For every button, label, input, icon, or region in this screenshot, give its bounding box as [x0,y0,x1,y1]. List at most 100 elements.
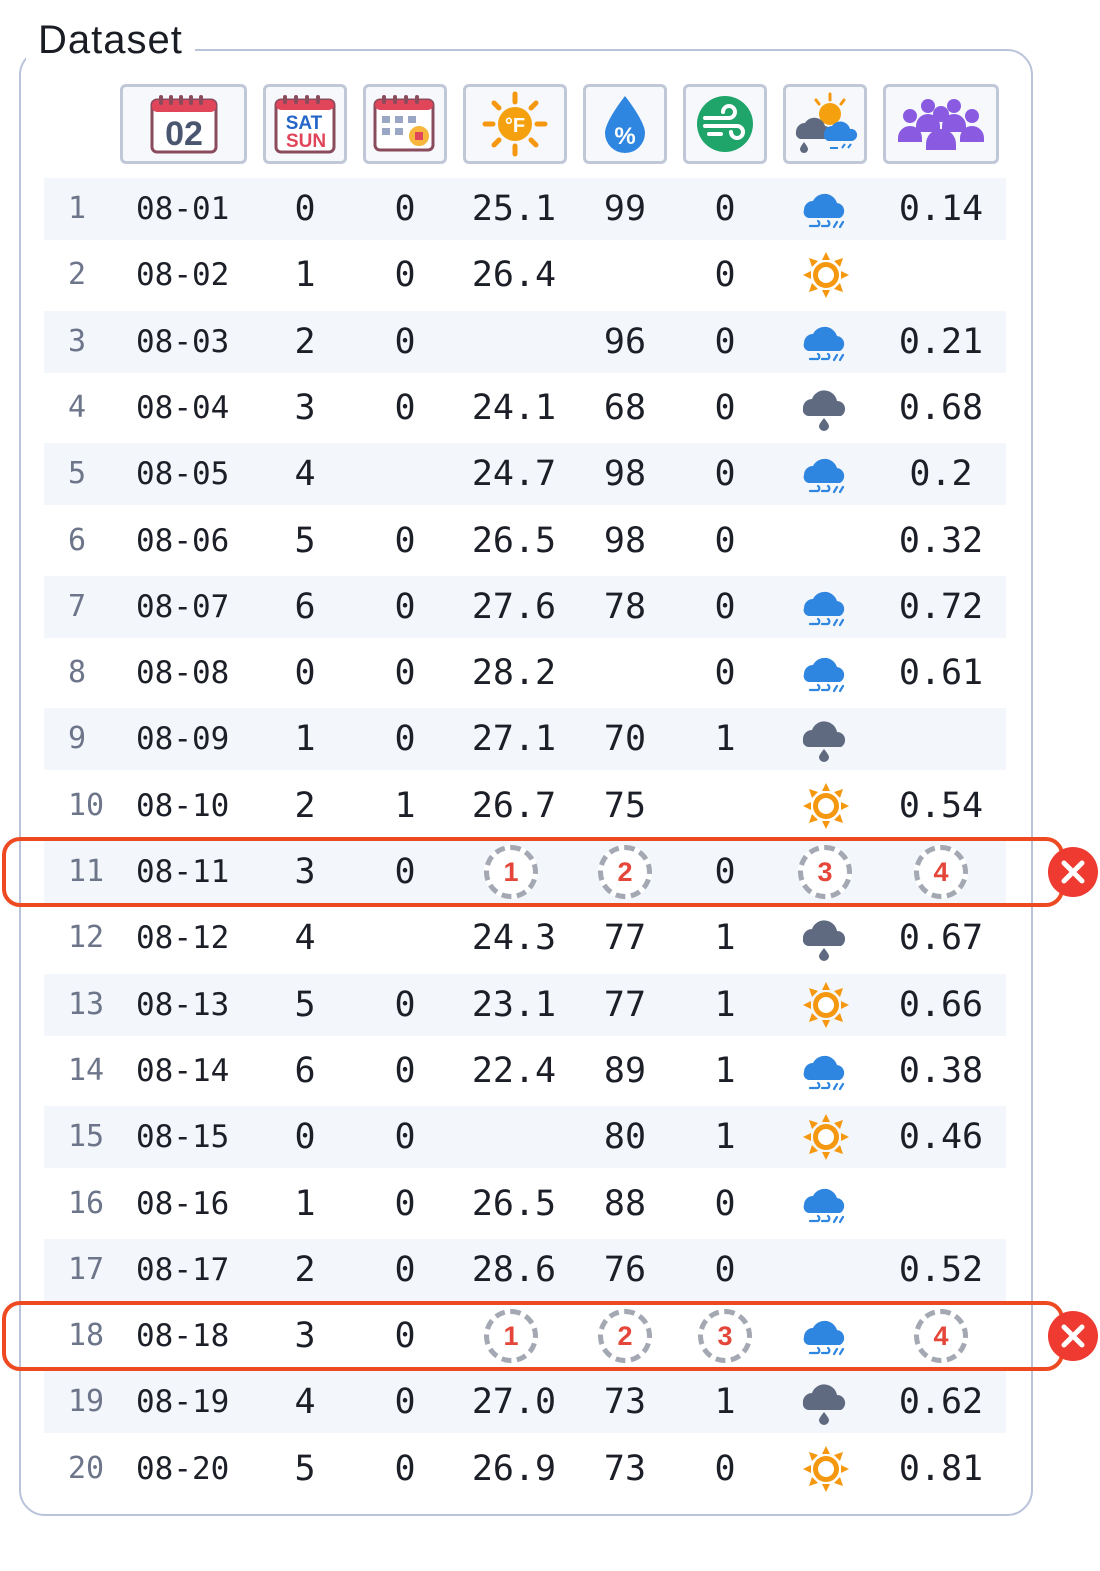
cell-wd: 2 [294,785,316,826]
cell-hol: 0 [394,387,416,428]
cell-hol: 0 [394,520,416,561]
cell-val: 0.38 [898,1050,984,1091]
humidity-drop-icon: % [605,96,645,153]
cell-val [884,1173,998,1235]
cell-idx: 14 [68,1052,105,1088]
table-row[interactable]: 7 08-07 6 0 27.6 78 0 0.72 [44,575,1006,638]
cell-hum: 99 [603,189,647,229]
cell-val: 0.72 [898,586,984,627]
cell-idx: 16 [68,1185,105,1221]
table-row[interactable]: 15 08-15 0 0 80 1 0.46 [44,1106,1006,1169]
table-row[interactable]: 5 08-05 4 24.7 98 0 0.2 [44,443,1006,506]
table-row[interactable]: 3 08-03 2 0 96 0 0.21 [44,310,1006,373]
table-row[interactable]: 16 08-16 1 0 26.5 88 0 [44,1173,1006,1235]
cell-idx: 13 [68,986,105,1022]
header-temperature: °F [463,84,567,164]
table-row[interactable]: 14 08-14 6 0 22.4 89 1 0.38 [44,1040,1006,1102]
cell-wd: 4 [294,454,316,495]
cell-hol: 0 [394,255,416,296]
table-row[interactable]: 8 08-08 0 0 28.2 0 0.61 [44,642,1006,704]
table-row[interactable]: 4 08-04 3 0 24.1 68 0 0.68 [44,377,1006,439]
cell-wind: 0 [714,586,736,627]
cell-wd: 5 [294,1448,316,1489]
cell-temp: 22.4 [471,1050,557,1091]
cell-wind: 0 [714,189,736,229]
cell-date: 08-17 [136,1251,230,1288]
cell-hum: 96 [603,321,647,362]
cell-idx: 9 [68,721,87,757]
table-row[interactable]: 17 08-17 2 0 28.6 76 0 0.52 [44,1238,1006,1301]
weather-mixed-icon [795,92,858,153]
cell-idx: 12 [68,920,105,956]
cell-temp: 24.7 [471,454,557,495]
cell-date: 08-07 [136,588,230,625]
cell-wind: 1 [714,984,736,1025]
cell-hol: 0 [394,1382,416,1423]
weather-cell [796,1239,856,1301]
cell-hol: 0 [394,653,416,694]
header-holiday [363,84,447,164]
cell-hol: 0 [394,719,416,760]
rain-weather-icon [796,178,856,240]
cell-wd: 5 [294,520,316,561]
cell-wind: 0 [714,1448,736,1489]
table-row[interactable]: 10 08-10 2 1 26.7 75 0.54 [44,775,1006,837]
storm-weather-icon [796,708,856,770]
cell-wd: 3 [294,387,316,428]
cell-temp: 26.5 [471,1183,557,1224]
remove-row-icon[interactable] [1048,1311,1098,1362]
table-row[interactable]: 9 08-09 1 0 27.1 70 1 [44,708,1006,771]
cell-val: 0.61 [898,653,984,694]
remove-row-icon[interactable] [1048,847,1098,897]
rain-weather-icon [796,443,856,505]
cell-wind: 0 [714,387,736,428]
cell-hum: 98 [603,520,647,561]
cell-wd: 1 [294,255,316,296]
table-row[interactable]: 2 08-02 1 0 26.4 0 [44,244,1006,306]
cell-hol: 0 [394,321,416,362]
cell-wind: 0 [714,255,736,296]
table-row[interactable]: 1 08-01 0 0 25.1 99 0 0.14 [44,178,1006,240]
cell-hum: 68 [603,387,647,428]
cell-val: 0.2 [909,454,973,495]
cell-hum: 77 [603,918,647,959]
header-humidity: % [583,84,667,164]
cell-date: 08-01 [136,191,230,227]
cell-date: 08-14 [136,1052,230,1089]
rain-weather-icon [796,576,856,638]
cell-wind: 0 [714,321,736,362]
cell-idx: 15 [68,1119,105,1155]
cell-val: 0.81 [898,1448,984,1489]
cell-wd: 0 [294,189,316,229]
cell-date: 08-20 [136,1450,230,1487]
cell-hol: 0 [394,1117,416,1158]
cell-val: 0.66 [898,984,984,1025]
cell-date: 08-08 [136,655,230,692]
storm-weather-icon [796,907,856,969]
rain-weather-icon [796,1173,856,1235]
cell-temp: 26.4 [471,255,557,296]
cell-date: 08-15 [136,1119,230,1156]
header-people [883,84,999,164]
table-row[interactable]: 13 08-13 5 0 23.1 77 1 0.66 [44,973,1006,1036]
cell-temp: 27.0 [471,1382,557,1423]
cell-temp: 24.1 [471,387,557,428]
table-row[interactable]: 20 08-20 5 0 26.9 73 0 0.81 [44,1438,1006,1500]
cell-hum: 88 [603,1183,647,1224]
weekend-icon: SAT SUN [274,95,336,154]
cell-val: 0.14 [898,189,984,229]
wind-icon [697,96,753,152]
cell-wd: 4 [294,918,316,959]
people-group-icon [898,99,984,150]
table-row[interactable]: 6 08-06 5 0 26.5 98 0 0.32 [44,510,1006,572]
cell-date: 08-09 [136,721,230,758]
cell-temp: 24.3 [471,918,557,959]
cell-temp: 25.1 [471,189,557,229]
cell-temp [464,311,564,373]
table-row[interactable]: 19 08-19 4 0 27.0 73 1 0.62 [44,1371,1006,1434]
cell-temp: 23.1 [471,984,557,1025]
cell-wd: 6 [294,1050,316,1091]
cell-temp: 28.2 [471,653,557,694]
table-row[interactable]: 12 08-12 4 24.3 77 1 0.67 [44,907,1006,969]
svg-text:°F: °F [505,115,525,137]
